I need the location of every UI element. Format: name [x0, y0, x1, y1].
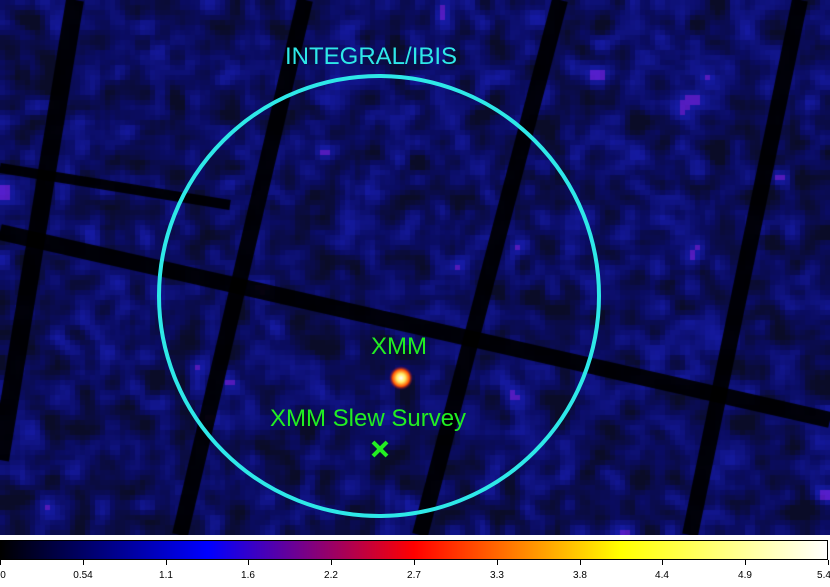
integral-ibis-label: INTEGRAL/IBIS — [285, 43, 458, 70]
colorbar-tick-label: 2.7 — [407, 570, 421, 581]
colorbar-tick-label: 3.8 — [573, 570, 587, 581]
colorbar-tick — [662, 560, 663, 565]
colorbar-tick — [166, 560, 167, 565]
colorbar-tick-label: 4.4 — [655, 570, 669, 581]
colorbar-tick-label: 1.1 — [159, 570, 173, 581]
colorbar-tick-label: 3.3 — [490, 570, 504, 581]
colorbar — [0, 540, 828, 560]
colorbar-tick-label: 5.4 — [817, 570, 830, 581]
colorbar-tick-label: 4.9 — [738, 570, 752, 581]
cross-marker-icon — [371, 440, 389, 458]
colorbar-tick — [331, 560, 332, 565]
colorbar-tick — [0, 560, 1, 565]
colorbar-tick — [745, 560, 746, 565]
xmm-slew-survey-label: XMM Slew Survey — [270, 405, 467, 432]
colorbar-ticks — [0, 560, 830, 566]
xmm-label: XMM — [371, 333, 427, 360]
overlay-layer — [157, 74, 601, 518]
colorbar-tick — [248, 560, 249, 565]
colorbar-tick — [83, 560, 84, 565]
colorbar-tick — [828, 560, 829, 565]
colorbar-tick-label: 0.54 — [73, 570, 93, 581]
colorbar-tick-label: 1.6 — [241, 570, 255, 581]
colorbar-tick — [580, 560, 581, 565]
colorbar-tick — [497, 560, 498, 565]
colorbar-tick — [414, 560, 415, 565]
colorbar-tick-label: 0 — [0, 570, 6, 581]
colorbar-tick-label: 2.2 — [324, 570, 338, 581]
